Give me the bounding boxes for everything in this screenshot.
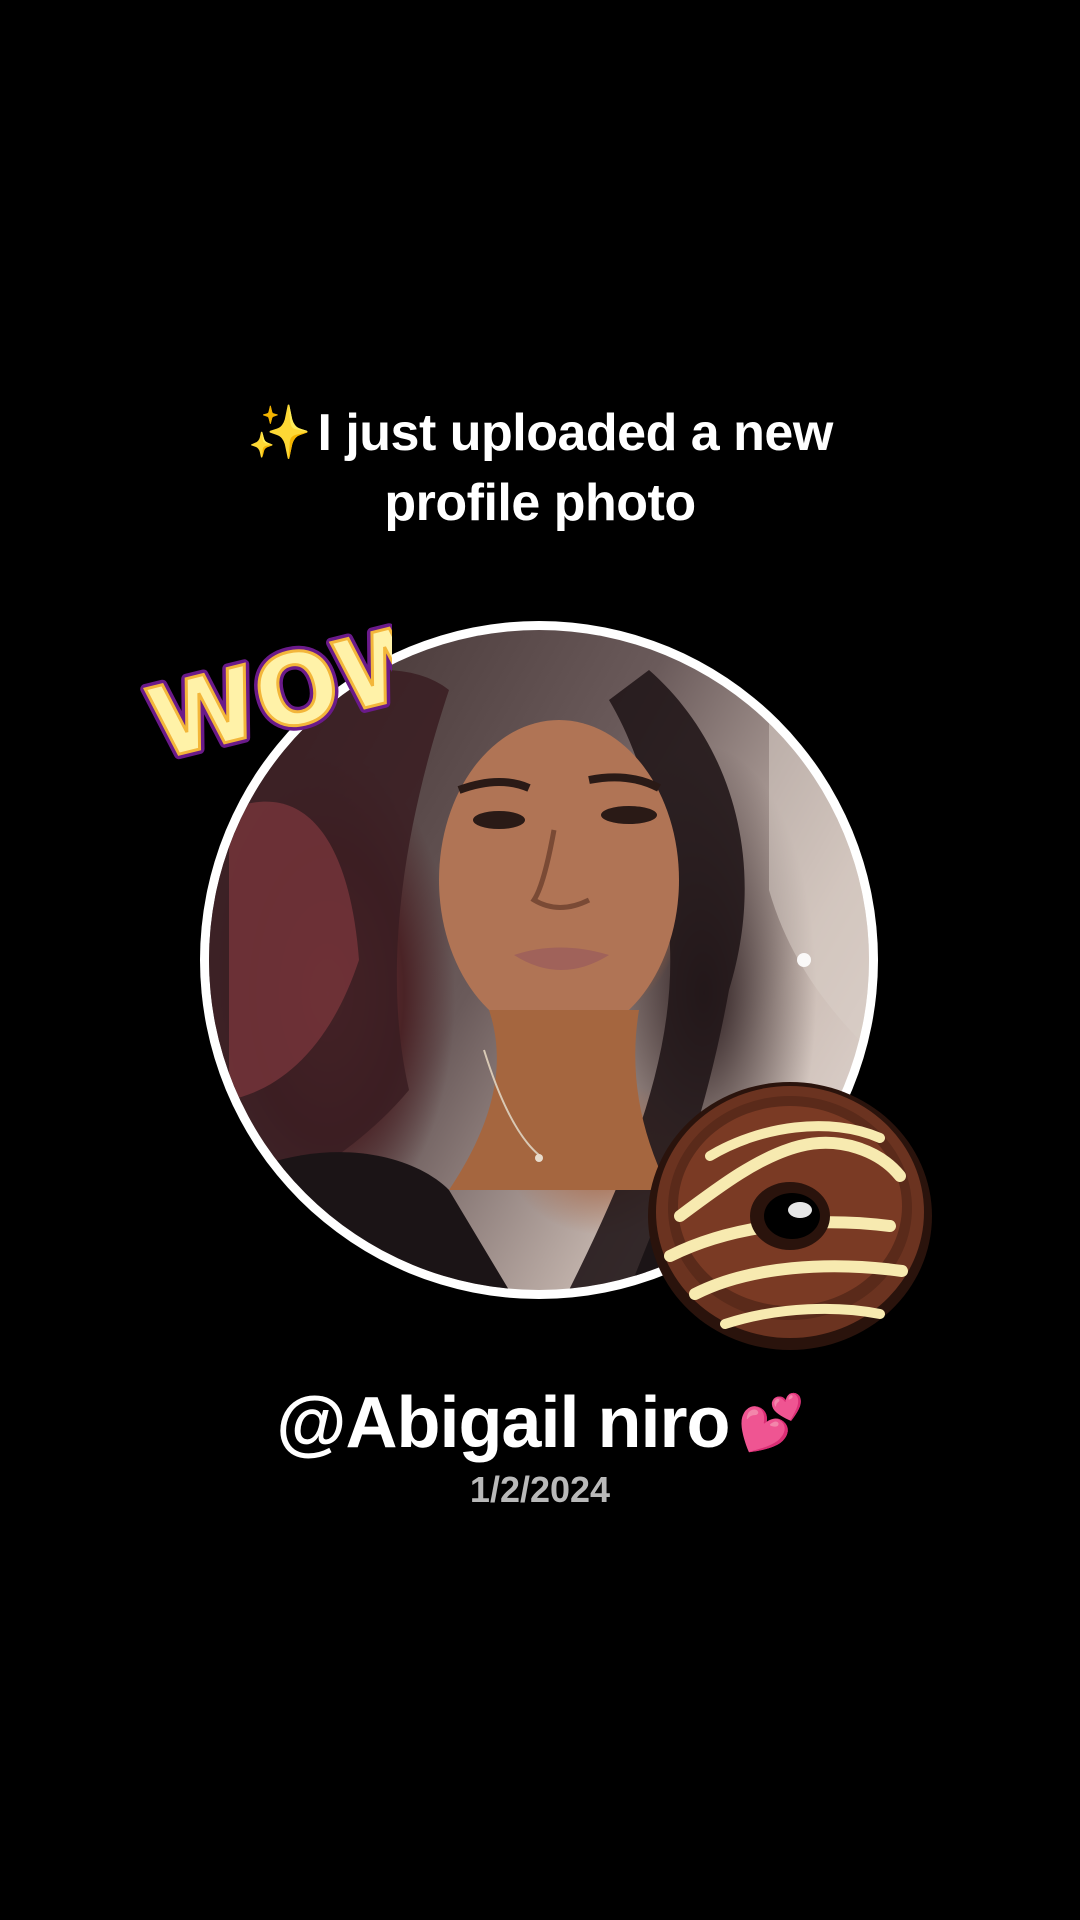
- wow-text: WOW!: [138, 588, 392, 782]
- wow-burst-sticker-icon: WOW! WOW!: [133, 583, 392, 782]
- username-text: @Abigail niro: [276, 1383, 730, 1463]
- chocolate-donut-sticker-icon: [648, 1082, 932, 1350]
- upload-date: 1/2/2024: [469, 1469, 611, 1510]
- sparkles-icon: ✨: [247, 404, 312, 462]
- username-label: @Abigail niro 💕: [140, 1378, 940, 1468]
- headline-line-2: profile photo: [384, 474, 696, 532]
- two-hearts-icon: 💕: [737, 1393, 804, 1453]
- headline-line-1: I just uploaded a new: [317, 404, 833, 462]
- headline: ✨ I just uploaded a new profile photo: [140, 398, 940, 538]
